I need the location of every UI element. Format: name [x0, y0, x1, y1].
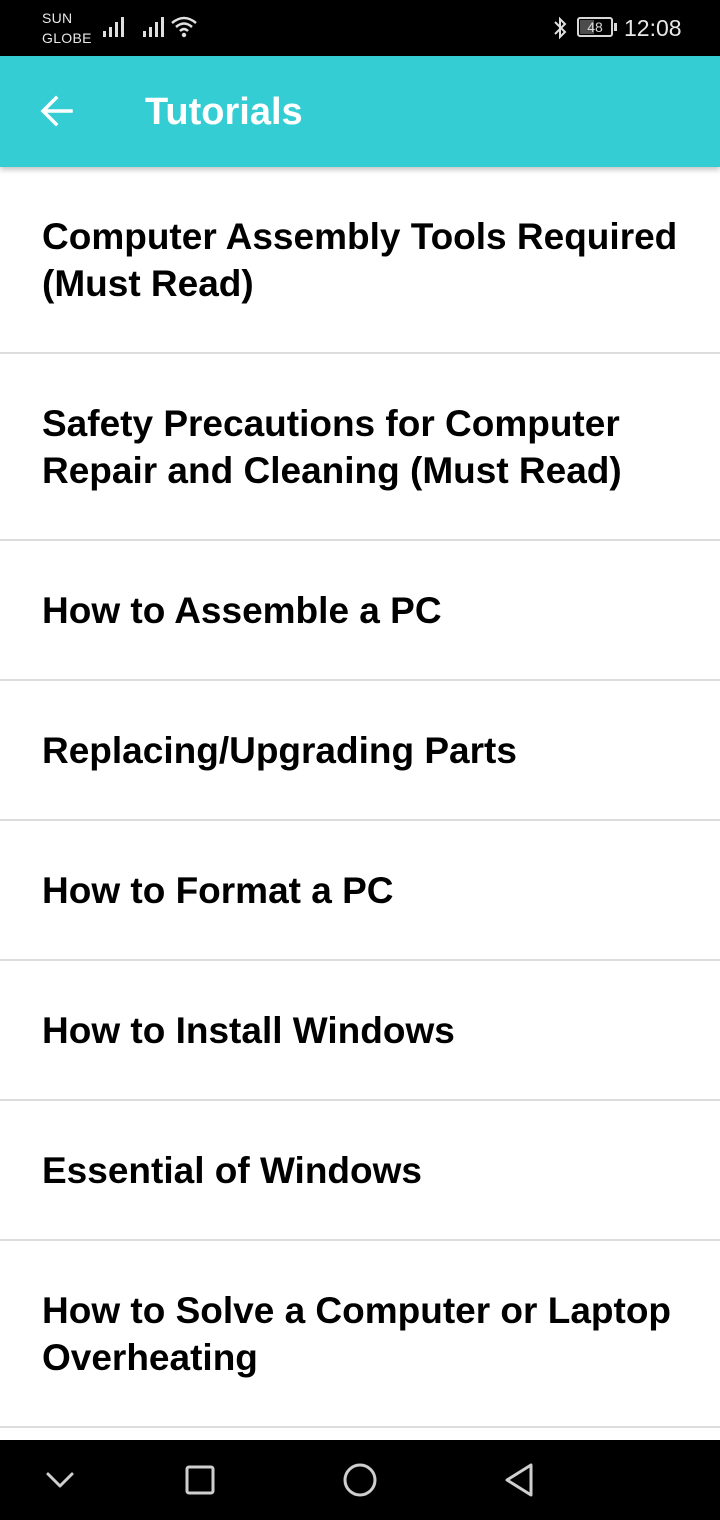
arrow-left-icon	[40, 95, 73, 127]
carrier-label: SUN GLOBE	[42, 8, 92, 48]
app-bar: Tutorials	[0, 56, 720, 167]
tutorial-item-label: How to Format a PC	[42, 869, 394, 911]
tutorial-item[interactable]: How to Install Windows	[0, 961, 720, 1101]
clock: 12:08	[624, 15, 682, 41]
signal-icon	[143, 17, 164, 37]
carrier-line-2: GLOBE	[42, 30, 92, 46]
tutorial-item[interactable]: How to Solve a Computer or Laptop Overhe…	[0, 1241, 720, 1428]
tutorial-item-label: Safety Precautions for Computer Repair a…	[42, 402, 622, 491]
carrier-line-1: SUN	[42, 10, 73, 26]
circle-icon[interactable]	[340, 1460, 380, 1500]
battery-icon: 48	[577, 17, 613, 37]
tutorial-item[interactable]: Replacing/Upgrading Parts	[0, 681, 720, 821]
battery-tip	[614, 23, 617, 31]
wifi-icon	[171, 16, 197, 38]
tutorial-item-label: How to Install Windows	[42, 1009, 455, 1051]
tutorial-item-label: Replacing/Upgrading Parts	[42, 729, 517, 771]
bluetooth-icon	[554, 16, 567, 40]
tutorial-item-label: Essential of Windows	[42, 1149, 422, 1191]
tutorial-item[interactable]: Safety Precautions for Computer Repair a…	[0, 354, 720, 541]
battery-level: 48	[587, 19, 603, 35]
navigation-bar	[0, 1440, 720, 1520]
tutorial-item[interactable]: Essential of Windows	[0, 1101, 720, 1241]
tutorial-item-label: Computer Assembly Tools Required (Must R…	[42, 215, 678, 304]
chevron-down-icon[interactable]	[40, 1460, 80, 1500]
tutorial-item[interactable]: How to Format a PC	[0, 821, 720, 961]
tutorial-item[interactable]: How to Assemble a PC	[0, 541, 720, 681]
tutorial-item-label: How to Assemble a PC	[42, 589, 442, 631]
tutorial-list: Computer Assembly Tools Required (Must R…	[0, 167, 720, 1440]
signal-icon	[103, 17, 124, 37]
page-title: Tutorials	[145, 91, 303, 133]
back-button[interactable]	[22, 76, 92, 146]
status-bar: SUN GLOBE 48 12:08	[0, 0, 720, 56]
tutorial-item[interactable]: Computer Assembly Tools Required (Must R…	[0, 167, 720, 354]
tutorial-item-label: How to Solve a Computer or Laptop Overhe…	[42, 1289, 672, 1378]
square-icon[interactable]	[180, 1460, 220, 1500]
triangle-back-icon[interactable]	[500, 1460, 540, 1500]
